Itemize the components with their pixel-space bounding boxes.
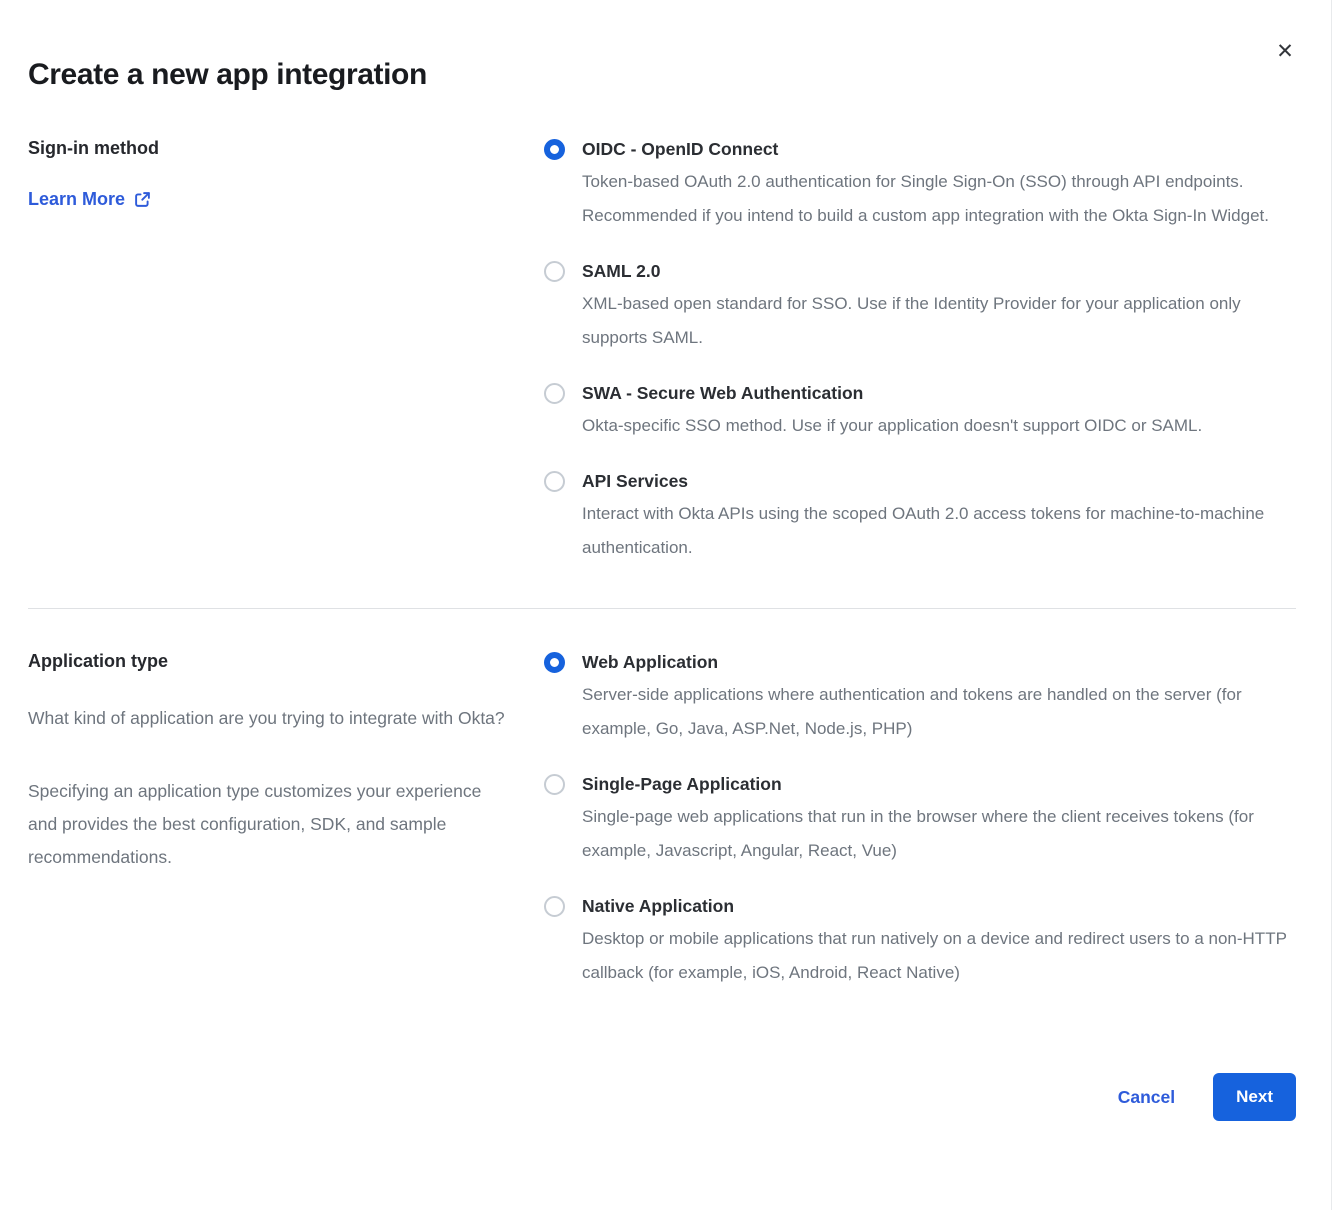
dialog-title: Create a new app integration [28,58,1296,92]
radio-selected-icon[interactable] [544,139,565,160]
radio-option-oidc[interactable]: OIDC - OpenID Connect Token-based OAuth … [544,138,1296,233]
radio-option-api-services[interactable]: API Services Interact with Okta APIs usi… [544,470,1296,565]
radio-option-single-page-application[interactable]: Single-Page Application Single-page web … [544,773,1296,868]
radio-unselected-icon[interactable] [544,774,565,795]
signin-method-section: Sign-in method Learn More OIDC - OpenID … [28,138,1296,592]
learn-more-link[interactable]: Learn More [28,189,151,210]
application-type-section: Application type What kind of applicatio… [28,651,1296,1017]
option-label: Single-Page Application [582,773,1296,795]
learn-more-label: Learn More [28,189,125,210]
dialog-footer: Cancel Next [28,1017,1296,1121]
close-icon[interactable]: ✕ [1271,38,1299,66]
option-label: SWA - Secure Web Authentication [582,382,1202,404]
radio-unselected-icon[interactable] [544,383,565,404]
option-label: Native Application [582,895,1296,917]
option-description: Interact with Okta APIs using the scoped… [582,497,1296,565]
option-description: Single-page web applications that run in… [582,800,1296,868]
application-type-description-1: What kind of application are you trying … [28,702,506,735]
signin-method-label: Sign-in method [28,138,514,159]
application-type-description-2: Specifying an application type customize… [28,775,506,874]
option-label: API Services [582,470,1296,492]
radio-option-web-application[interactable]: Web Application Server-side applications… [544,651,1296,746]
option-label: OIDC - OpenID Connect [582,138,1296,160]
radio-selected-icon[interactable] [544,652,565,673]
radio-unselected-icon[interactable] [544,471,565,492]
radio-option-saml[interactable]: SAML 2.0 XML-based open standard for SSO… [544,260,1296,355]
option-description: Token-based OAuth 2.0 authentication for… [582,165,1296,233]
application-type-label: Application type [28,651,514,672]
radio-unselected-icon[interactable] [544,261,565,282]
cancel-button[interactable]: Cancel [1118,1087,1175,1108]
radio-unselected-icon[interactable] [544,896,565,917]
option-description: Server-side applications where authentic… [582,678,1296,746]
option-description: Desktop or mobile applications that run … [582,922,1296,990]
option-label: Web Application [582,651,1296,673]
external-link-icon [134,191,151,208]
option-description: XML-based open standard for SSO. Use if … [582,287,1296,355]
next-button[interactable]: Next [1213,1073,1296,1121]
radio-option-native-application[interactable]: Native Application Desktop or mobile app… [544,895,1296,990]
section-divider [28,608,1296,609]
radio-option-swa[interactable]: SWA - Secure Web Authentication Okta-spe… [544,382,1296,443]
create-app-integration-dialog: ✕ Create a new app integration Sign-in m… [0,0,1331,1121]
option-label: SAML 2.0 [582,260,1296,282]
option-description: Okta-specific SSO method. Use if your ap… [582,409,1202,443]
